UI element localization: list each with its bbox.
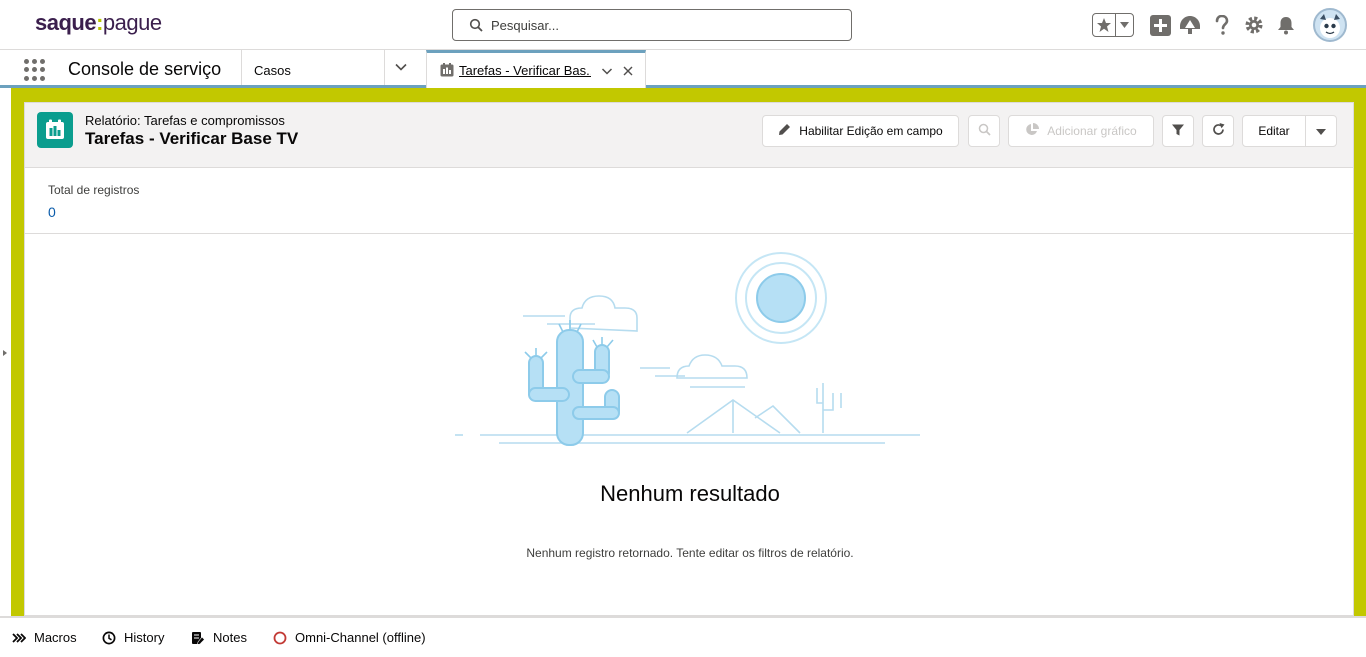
global-header: saque:pague Pesquisar... (0, 0, 1366, 50)
add-chart-button[interactable]: Adicionar gráfico (1008, 115, 1154, 147)
report-header: Relatório: Tarefas e compromissos Tarefa… (25, 103, 1353, 168)
help-icon[interactable] (1211, 14, 1233, 36)
empty-state-title: Nenhum resultado (600, 481, 780, 506)
global-actions-icon[interactable] (1149, 14, 1171, 36)
notes-icon (191, 631, 205, 645)
close-tab-icon[interactable] (622, 64, 634, 82)
refresh-icon (1212, 123, 1225, 139)
tab-label[interactable]: Tarefas - Verificar Bas... (459, 63, 591, 78)
omni-channel-label: Omni-Channel (offline) (295, 630, 426, 645)
empty-state-message: Nenhum registro retornado. Tente editar … (526, 546, 854, 560)
setup-gear-icon[interactable] (1243, 14, 1265, 36)
history-clock-icon (102, 631, 116, 645)
notes-label: Notes (213, 630, 247, 645)
chevron-down-icon[interactable] (1116, 14, 1133, 36)
trailhead-icon[interactable] (1179, 14, 1201, 36)
edit-label: Editar (1258, 124, 1290, 138)
console-navigation-bar: Console de serviço Casos Tarefas - Verif… (0, 50, 1366, 88)
nav-divider (241, 50, 242, 85)
edit-menu-button[interactable] (1305, 115, 1337, 147)
filter-icon (1172, 124, 1184, 139)
report-icon (37, 112, 73, 148)
report-title: Tarefas - Verificar Base TV (85, 129, 299, 148)
nav-menu-chevron-icon[interactable] (394, 60, 408, 79)
logo-text-saque: saque (35, 10, 97, 35)
logo-text-pague: pague (102, 10, 162, 35)
utility-item-macros[interactable]: Macros (12, 630, 77, 645)
search-placeholder: Pesquisar... (491, 18, 559, 33)
notifications-bell-icon[interactable] (1275, 14, 1297, 36)
utility-item-history[interactable]: History (102, 630, 164, 645)
chart-icon (1025, 122, 1040, 140)
user-avatar[interactable] (1313, 8, 1347, 42)
app-name: Console de serviço (68, 59, 222, 79)
add-chart-label: Adicionar gráfico (1047, 124, 1137, 138)
refresh-button[interactable] (1202, 115, 1234, 147)
offline-status-icon (273, 631, 287, 645)
global-search-input[interactable]: Pesquisar... (452, 9, 852, 41)
pencil-icon (778, 123, 791, 139)
report-type-subtitle: Relatório: Tarefas e compromissos (85, 113, 285, 128)
empty-state-desert-illustration (455, 248, 925, 453)
star-icon[interactable] (1093, 14, 1117, 36)
utility-item-omni-channel[interactable]: Omni-Channel (offline) (273, 630, 426, 645)
search-report-button[interactable] (968, 115, 1000, 147)
macros-icon (12, 632, 26, 644)
total-records-label: Total de registros (48, 183, 140, 197)
edit-button[interactable]: Editar (1242, 115, 1306, 147)
section-divider (25, 233, 1353, 234)
logo-dot: : (96, 10, 103, 35)
history-label: History (124, 630, 165, 645)
report-tab-icon (440, 63, 454, 82)
saque-e-pague-logo[interactable]: saque:pague (35, 10, 162, 36)
app-launcher-icon[interactable] (24, 59, 46, 81)
nav-divider (384, 50, 385, 85)
expand-arrow-icon[interactable] (3, 350, 7, 356)
total-records-value: 0 (48, 204, 56, 220)
favorites-button[interactable] (1092, 13, 1134, 37)
utility-item-notes[interactable]: Notes (191, 630, 247, 645)
report-card: Relatório: Tarefas e compromissos Tarefa… (24, 102, 1354, 616)
tab-menu-chevron-icon[interactable] (601, 64, 613, 82)
enable-inline-edit-label: Habilitar Edição em campo (799, 124, 943, 138)
split-view-toggle[interactable] (0, 88, 12, 616)
search-icon (469, 18, 483, 37)
filter-button[interactable] (1162, 115, 1194, 147)
utility-bar: Macros History Notes Omni-Channel (offli… (0, 616, 1366, 657)
search-icon (978, 123, 991, 139)
enable-inline-edit-button[interactable]: Habilitar Edição em campo (762, 115, 959, 147)
tab-tarefas-verificar-base[interactable]: Tarefas - Verificar Bas... (426, 50, 646, 88)
chevron-down-icon (1316, 124, 1326, 138)
nav-item-casos[interactable]: Casos (254, 63, 291, 78)
macros-label: Macros (34, 630, 77, 645)
